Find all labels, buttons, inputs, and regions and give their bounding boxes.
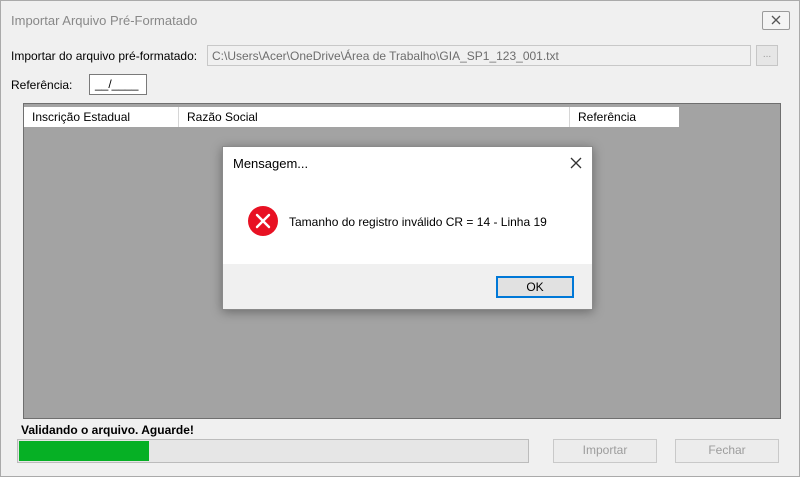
import-file-label: Importar do arquivo pré-formatado: xyxy=(11,49,198,63)
ok-button[interactable]: OK xyxy=(496,276,574,298)
window-close-button[interactable] xyxy=(762,11,790,30)
close-icon xyxy=(771,15,781,25)
browse-button[interactable]: ... xyxy=(756,45,778,66)
reference-input[interactable]: __/____ xyxy=(89,74,147,95)
file-path-field[interactable]: C:\Users\Acer\OneDrive\Área de Trabalho\… xyxy=(207,45,751,66)
progress-fill xyxy=(19,441,149,461)
dialog-footer: OK xyxy=(223,264,592,309)
import-button[interactable]: Importar xyxy=(553,439,657,463)
column-referencia[interactable]: Referência xyxy=(570,107,679,127)
reference-label: Referência: xyxy=(11,78,73,92)
column-razao-social[interactable]: Razão Social xyxy=(179,107,570,127)
close-button[interactable]: Fechar xyxy=(675,439,779,463)
close-icon[interactable] xyxy=(569,156,583,170)
dialog-title: Mensagem... xyxy=(233,156,309,171)
window-title: Importar Arquivo Pré-Formatado xyxy=(11,13,198,28)
grid-header: Inscrição Estadual Razão Social Referênc… xyxy=(24,107,679,127)
progress-bar xyxy=(17,439,529,463)
title-bar: Importar Arquivo Pré-Formatado xyxy=(1,1,799,41)
status-text: Validando o arquivo. Aguarde! xyxy=(21,423,194,437)
error-icon xyxy=(248,206,278,236)
message-dialog: Mensagem... Tamanho do registro inválido… xyxy=(222,146,593,310)
dialog-message: Tamanho do registro inválido CR = 14 - L… xyxy=(289,215,547,229)
column-inscricao-estadual[interactable]: Inscrição Estadual xyxy=(24,107,179,127)
